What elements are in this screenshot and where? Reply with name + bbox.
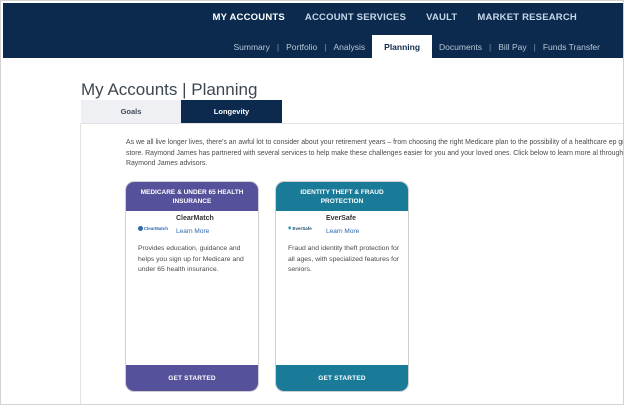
card-description: Provides education, guidance and helps y…	[138, 245, 244, 273]
brand-name: EverSafe	[326, 215, 356, 222]
logo-mark-icon	[138, 225, 143, 231]
medicare-card: MEDICARE & UNDER 65 HEALTH INSURANCE Cle…	[125, 181, 259, 392]
subnav-analysis[interactable]: Analysis	[327, 35, 373, 58]
brand-name: ClearMatch	[176, 215, 214, 222]
subnav-documents[interactable]: Documents	[432, 35, 489, 58]
tab-goals[interactable]: Goals	[81, 100, 181, 123]
card-header: IDENTITY THEFT & FRAUD PROTECTION	[276, 182, 408, 211]
page-title: My Accounts | Planning	[81, 80, 258, 99]
nav-account-services[interactable]: ACCOUNT SERVICES	[295, 12, 416, 23]
subnav-summary[interactable]: Summary	[227, 35, 277, 58]
card-description: Fraud and identity theft protection for …	[288, 245, 400, 273]
clearmatch-logo: ClearMatch	[138, 222, 168, 234]
learn-more-link[interactable]: Learn More	[326, 228, 359, 235]
brand-row: ClearMatch ClearMatch Learn More	[136, 215, 250, 241]
primary-nav: MY ACCOUNTS ACCOUNT SERVICES VAULT MARKE…	[203, 12, 587, 23]
subnav-bill-pay[interactable]: Bill Pay	[491, 35, 533, 58]
planning-tabs: Goals Longevity	[81, 100, 282, 123]
subnav-planning[interactable]: Planning	[372, 35, 433, 58]
eversafe-logo: ◆ EverSafe	[288, 222, 318, 234]
learn-more-link[interactable]: Learn More	[176, 228, 209, 235]
longevity-panel: As we all live longer lives, there's an …	[80, 123, 624, 404]
identity-card: IDENTITY THEFT & FRAUD PROTECTION ◆ Ever…	[275, 181, 409, 392]
nav-vault[interactable]: VAULT	[416, 12, 467, 23]
logo-wordmark: EverSafe	[292, 225, 312, 231]
nav-my-accounts[interactable]: MY ACCOUNTS	[203, 12, 295, 23]
subnav-portfolio[interactable]: Portfolio	[279, 35, 324, 58]
logo-mark-icon: ◆	[288, 225, 292, 230]
subnav-funds-transfer[interactable]: Funds Transfer	[536, 35, 607, 58]
tab-longevity[interactable]: Longevity	[181, 100, 282, 123]
get-started-button[interactable]: GET STARTED	[276, 365, 408, 391]
secondary-nav: Summary | Portfolio | Analysis Planning …	[227, 35, 608, 58]
logo-wordmark: ClearMatch	[143, 225, 168, 231]
get-started-button[interactable]: GET STARTED	[126, 365, 258, 391]
card-header: MEDICARE & UNDER 65 HEALTH INSURANCE	[126, 182, 258, 211]
top-navigation-bar: MY ACCOUNTS ACCOUNT SERVICES VAULT MARKE…	[3, 3, 623, 58]
nav-market-research[interactable]: MARKET RESEARCH	[467, 12, 587, 23]
screenshot-frame: MY ACCOUNTS ACCOUNT SERVICES VAULT MARKE…	[0, 0, 624, 405]
brand-row: ◆ EverSafe EverSafe Learn More	[286, 215, 400, 241]
intro-text: As we all live longer lives, there's an …	[126, 139, 624, 167]
